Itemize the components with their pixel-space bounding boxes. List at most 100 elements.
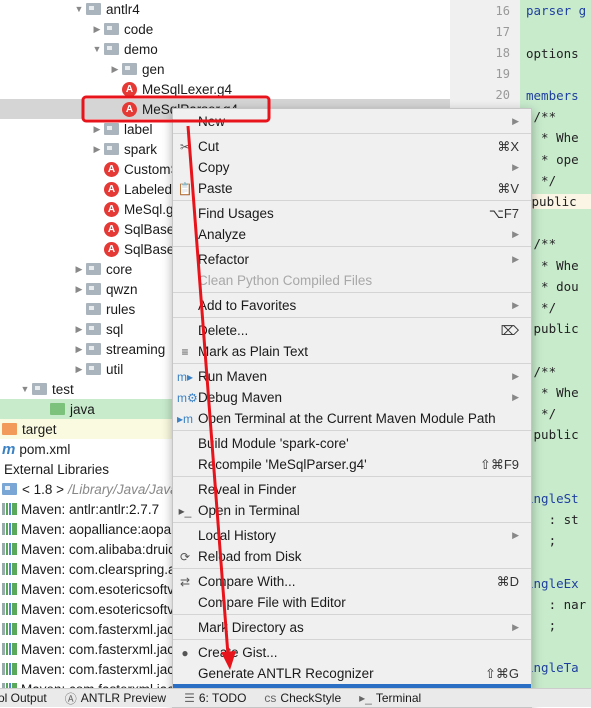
menu-item-compare-file-with-editor[interactable]: Compare File with Editor [173,592,531,613]
menu-item-add-to-favorites[interactable]: Add to Favorites ▶ [173,295,531,316]
menu-item-label: Build Module 'spark-core' [198,436,349,451]
tree-item[interactable]: ▶ gen [0,59,450,79]
tree-item[interactable]: ▼ antlr4 [0,0,450,19]
tree-item-label: qwzn [106,281,138,297]
tree-item-label: test [52,381,74,397]
menu-item-refactor[interactable]: Refactor ▶ [173,249,531,270]
chevron-right-icon[interactable]: ▶ [72,364,86,375]
folder-icon [122,63,137,75]
tree-item-label: gen [142,61,165,77]
tree-item-label: Maven: com.clearspring.a [21,561,176,577]
chevron-right-icon[interactable]: ▶ [72,324,86,335]
menu-item-find-usages[interactable]: Find Usages ⌥F7 [173,203,531,224]
chevron-right-icon[interactable]: ▶ [72,344,86,355]
plain-text-icon: ≡ [181,344,189,359]
menu-item-label: Debug Maven [198,390,283,405]
menu-item-new[interactable]: New ▶ [173,111,531,132]
chevron-right-icon[interactable]: ▶ [90,24,104,35]
tree-item-label: antlr4 [106,1,140,17]
menu-item-reveal-in-finder[interactable]: Reveal in Finder [173,479,531,500]
menu-item-label: Local History [198,528,277,543]
library-icon [2,523,17,535]
tree-item-label: External Libraries [4,461,110,477]
chevron-down-icon[interactable]: ▼ [18,384,32,394]
shortcut-label: ⌘V [497,180,519,196]
terminal-icon: ▸_ [178,503,192,518]
tool-window-antlr-preview[interactable]: Ⓐ ANTLR Preview [65,690,166,707]
menu-item-create-gist[interactable]: ● Create Gist... [173,642,531,663]
folder-icon [86,323,101,335]
code-line: ingleEx [526,575,579,591]
menu-item-compare-with[interactable]: ⇄ Compare With... ⌘D [173,571,531,592]
menu-item-clean-python-compiled-files: Clean Python Compiled Files [173,270,531,291]
menu-item-debug-maven[interactable]: m⚙ Debug Maven ▶ [173,387,531,408]
tree-item[interactable]: ▶ code [0,19,450,39]
antlr-file-icon: A [122,81,137,97]
line-number: 19 [495,67,510,81]
menu-item-delete[interactable]: Delete... ⌦ [173,320,531,341]
tree-item[interactable]: A MeSqlLexer.g4 [0,79,450,99]
code-line: * Whe [526,257,579,273]
menu-item-label: Reload from Disk [198,549,302,564]
submenu-arrow-icon: ▶ [512,371,519,381]
jdk-icon [2,483,17,495]
menu-item-run-maven[interactable]: m▸ Run Maven ▶ [173,366,531,387]
menu-item-analyze[interactable]: Analyze ▶ [173,224,531,245]
tool-window-6-todo[interactable]: ☰ 6: TODO [184,691,246,705]
library-icon [2,623,17,635]
debug-maven-icon: m⚙ [177,390,198,405]
chevron-right-icon[interactable]: ▶ [72,284,86,295]
library-icon [2,563,17,575]
library-icon [2,503,17,515]
tree-item-label: core [106,261,133,277]
menu-item-label: Copy [198,160,230,175]
shortcut-label: ⌦ [500,322,519,338]
menu-item-build-module-spark-core[interactable]: Build Module 'spark-core' [173,433,531,454]
menu-item-local-history[interactable]: Local History ▶ [173,525,531,546]
menu-item-label: Reveal in Finder [198,482,297,497]
menu-item-cut[interactable]: ✂ Cut ⌘X [173,136,531,157]
tool-window-terminal[interactable]: ▸_ Terminal [359,691,421,705]
submenu-arrow-icon: ▶ [512,116,519,126]
tool-window-checkstyle[interactable]: cs CheckStyle [264,691,341,705]
tool-window-ol-output[interactable]: ol Output [0,691,47,705]
chevron-down-icon[interactable]: ▼ [90,44,104,54]
menu-item-open-terminal-at-the-current-maven-module-path[interactable]: ▸m Open Terminal at the Current Maven Mod… [173,408,531,429]
code-line: parser g [526,3,587,19]
chevron-down-icon[interactable]: ▼ [72,4,86,14]
menu-item-label: Compare File with Editor [198,595,346,610]
menu-item-paste[interactable]: 📋 Paste ⌘V [173,178,531,199]
antlr-file-icon: A [104,221,119,237]
library-icon [2,603,17,615]
chevron-right-icon[interactable]: ▶ [90,144,104,155]
chevron-right-icon[interactable]: ▶ [90,124,104,135]
checkstyle-icon: cs [264,691,277,705]
tree-item-label: < 1.8 > [22,481,65,497]
menu-item-copy[interactable]: Copy ▶ [173,157,531,178]
chevron-right-icon[interactable]: ▶ [72,264,86,275]
menu-item-reload-from-disk[interactable]: ⟳ Reload from Disk [173,546,531,567]
submenu-arrow-icon: ▶ [512,254,519,264]
tree-item-label: pom.xml [19,441,71,457]
menu-item-generate-antlr-recognizer[interactable]: Generate ANTLR Recognizer ⇧⌘G [173,663,531,684]
menu-item-mark-directory-as[interactable]: Mark Directory as ▶ [173,617,531,638]
menu-item-recompile-mesqlparser-g4[interactable]: Recompile 'MeSqlParser.g4' ⇧⌘F9 [173,454,531,475]
code-line: ingleSt [526,490,579,506]
maven-terminal-icon: ▸m [177,411,194,426]
menu-item-label: Run Maven [198,369,268,384]
menu-item-label: Compare With... [198,574,296,589]
menu-item-mark-as-plain-text[interactable]: ≡ Mark as Plain Text [173,341,531,362]
todo-icon: ☰ [184,691,195,705]
tree-item-path: /Library/Java/Java [68,481,178,497]
tree-item[interactable]: ▼ demo [0,39,450,59]
code-line: members [526,88,579,103]
menu-item-label: Add to Favorites [198,298,297,313]
tree-item-label: Maven: com.fasterxml.jac [21,621,175,637]
tree-item-label: streaming [106,341,166,357]
chevron-right-icon[interactable]: ▶ [108,64,122,75]
submenu-arrow-icon: ▶ [512,622,519,632]
menu-item-label: Open in Terminal [198,503,300,518]
menu-item-open-in-terminal[interactable]: ▸_ Open in Terminal [173,500,531,521]
tree-item-label: Maven: com.esotericsoftv [21,601,175,617]
folder-icon [104,123,119,135]
